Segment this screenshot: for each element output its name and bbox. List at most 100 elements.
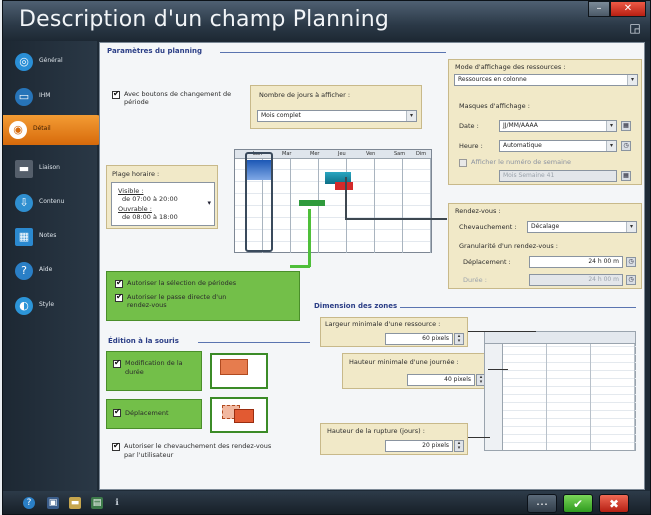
preview-event	[220, 359, 248, 375]
move-field[interactable]: 24 h 00 m	[529, 256, 623, 268]
calendar-preview: Lun Mar Mer Jeu Ven Sam Dim	[234, 149, 432, 253]
overlap-user-label: Autoriser le chevauchement des rendez-vo…	[124, 442, 272, 459]
main-panel: Paramètres du planning Avec boutons de c…	[99, 42, 645, 490]
height-value: 40 pixels	[444, 376, 471, 383]
sidebar-item-aide[interactable]: ? Aide	[9, 256, 91, 286]
sidebar-item-label: Général	[39, 57, 63, 64]
minimize-button[interactable]: –	[588, 1, 610, 17]
bottom-bar: ? ▣ ▬ ▤ ℹ ⋯ ✔ ✖	[3, 491, 650, 514]
sidebar-item-notes[interactable]: ▦ Notes	[9, 222, 91, 252]
calendar-highlight	[245, 152, 273, 252]
section-title-planning: Paramètres du planning	[107, 47, 202, 55]
close-button[interactable]: ✕	[610, 1, 646, 17]
overlap-label: Chevauchement :	[459, 223, 517, 231]
title-bar: Description d'un champ Planning – ✕ ◲	[3, 1, 650, 41]
plage-field[interactable]: Visible : de 07:00 à 20:00 Ouvrable : de…	[111, 182, 215, 226]
aide-icon: ?	[15, 262, 33, 280]
sidebar-item-detail[interactable]: ◉ Détail	[3, 115, 101, 145]
heure-label: Heure :	[459, 142, 483, 150]
overlap-select[interactable]: Décalage ▾	[527, 221, 637, 233]
help-icon[interactable]: ?	[23, 497, 35, 509]
calendar-day-header: Jeu	[338, 151, 346, 157]
folder-icon[interactable]: ▬	[69, 497, 81, 509]
heure-mask-field[interactable]: Automatique ▾	[499, 140, 617, 152]
mode-select[interactable]: Ressources en colonne ▾	[454, 74, 638, 86]
ok-button[interactable]: ✔	[563, 494, 593, 513]
suffix-label: Afficher le numéro de semaine	[471, 158, 571, 166]
calendar-icon[interactable]: ▦	[621, 171, 631, 181]
plage-visible-label: Visible :	[118, 187, 144, 195]
clock-icon[interactable]: ◷	[626, 257, 636, 267]
mode-label: Mode d'affichage des ressources :	[455, 63, 566, 71]
ihm-icon: ▭	[15, 88, 33, 106]
sidebar-item-contenu[interactable]: ⇩ Contenu	[9, 188, 91, 218]
sidebar-item-ihm[interactable]: ▭ IHM	[9, 82, 91, 112]
overlap-user-checkbox[interactable]	[112, 441, 120, 451]
sidebar-item-label: Détail	[33, 125, 51, 132]
width-field[interactable]: 60 pixels	[385, 333, 453, 345]
sidebar-item-general[interactable]: ◎ Général	[9, 47, 91, 77]
select-periods-checkbox[interactable]	[115, 278, 123, 288]
cancel-button[interactable]: ✖	[599, 494, 629, 513]
suffix-checkbox[interactable]	[459, 159, 467, 167]
days-select[interactable]: Mois complet ▾	[257, 110, 417, 122]
calendar-event-red	[335, 182, 353, 190]
suffix-value: Mois Semaine 41	[503, 172, 555, 179]
sidebar-item-label: Aide	[39, 266, 53, 273]
calendar-icon[interactable]: ▦	[621, 121, 631, 131]
date-mask-value: JJ/MM/AAAA	[503, 122, 538, 129]
options-button[interactable]: ⋯	[527, 494, 557, 513]
clock-icon[interactable]: ◷	[626, 275, 636, 285]
sidebar-item-label: Notes	[39, 232, 57, 239]
modification-checkbox[interactable]	[113, 358, 121, 368]
code-icon[interactable]: ▤	[91, 497, 103, 509]
connector-line	[308, 209, 311, 267]
header-spinner[interactable]: ▴ ▾	[454, 440, 464, 452]
heure-mask-value: Automatique	[503, 142, 542, 149]
resize-value: 24 h 00 m	[588, 276, 619, 283]
masques-label: Masques d'affichage :	[459, 102, 530, 110]
resize-field[interactable]: 24 h 00 m	[529, 274, 623, 286]
height-field[interactable]: 40 pixels	[407, 374, 475, 386]
period-to-rdv-label: Autoriser le passe directe d'un rendez-v…	[127, 293, 227, 309]
width-value: 60 pixels	[422, 335, 449, 342]
contenu-icon: ⇩	[15, 194, 33, 212]
calendar-day-header: Mar	[282, 151, 292, 157]
info-icon[interactable]: ℹ	[111, 497, 123, 509]
connector-line	[468, 437, 490, 438]
chevron-down-icon: ▾	[606, 141, 616, 151]
display-mode-box: Mode d'affichage des ressources : Ressou…	[448, 59, 642, 185]
width-label: Largeur minimale d'une ressource :	[325, 320, 441, 328]
chevron-down-icon: ▾	[207, 199, 211, 207]
plage-ouvrable-value: de 08:00 à 18:00	[122, 213, 178, 221]
plage-visible-value: de 07:00 à 20:00	[122, 195, 178, 203]
move-label: Déplacement :	[463, 258, 511, 266]
window-icon[interactable]: ▣	[47, 497, 59, 509]
date-mask-field[interactable]: JJ/MM/AAAA ▾	[499, 120, 617, 132]
resize-icon[interactable]: ◲	[628, 21, 642, 35]
resize-label: Durée :	[463, 276, 487, 284]
clock-icon[interactable]: ◷	[621, 141, 631, 151]
zones-preview-header	[485, 332, 635, 344]
general-icon: ◎	[15, 53, 33, 71]
sidebar-item-style[interactable]: ◐ Style	[9, 291, 91, 321]
plage-box: Plage horaire : Visible : de 07:00 à 20:…	[106, 165, 218, 229]
section-title-edition: Édition à la souris	[108, 337, 179, 345]
modification-label: Modification de la durée	[125, 359, 183, 376]
period-to-rdv-checkbox[interactable]	[115, 292, 123, 302]
header-field[interactable]: 20 pixels	[385, 440, 453, 452]
header-box: Hauteur de la rupture (jours) : 20 pixel…	[320, 423, 468, 455]
sidebar-item-liaison[interactable]: ▬ Liaison	[9, 154, 91, 184]
liaison-icon: ▬	[15, 160, 33, 178]
chevron-down-icon: ▾	[627, 75, 637, 85]
zones-preview	[484, 331, 636, 451]
period-buttons-checkbox[interactable]	[112, 89, 120, 99]
width-spinner[interactable]: ▴ ▾	[454, 333, 464, 345]
suffix-field[interactable]: Mois Semaine 41	[499, 170, 617, 182]
connector-line	[468, 331, 536, 332]
calendar-day-header: Sam	[394, 151, 406, 157]
moving-checkbox[interactable]	[113, 407, 121, 417]
window-title: Description d'un champ Planning	[19, 7, 390, 32]
sidebar-item-label: Liaison	[39, 164, 60, 171]
calendar-day-header: Dim	[416, 151, 427, 157]
